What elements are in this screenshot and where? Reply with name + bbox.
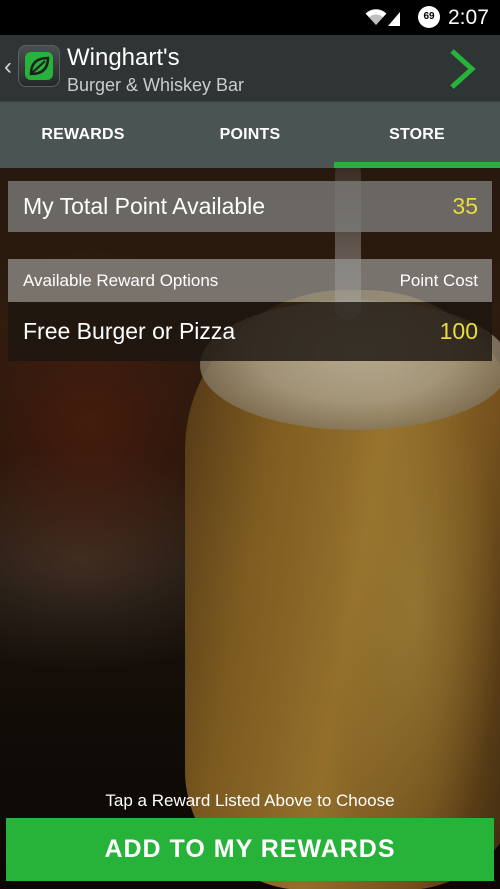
- chevron-left-icon[interactable]: ‹: [4, 53, 12, 81]
- reward-item-name: Free Burger or Pizza: [23, 318, 236, 344]
- tab-bar: REWARDS POINTS STORE: [0, 101, 500, 168]
- reward-options-header: Available Reward Options Point Cost: [8, 259, 492, 302]
- battery-icon: 69: [418, 6, 440, 28]
- wifi-icon: [365, 9, 387, 25]
- status-clock: 2:07: [448, 6, 489, 29]
- action-bar: ‹ Winghart's Burger & Whiskey Bar: [0, 35, 500, 101]
- reward-item-cost: 100: [439, 318, 478, 344]
- tab-store[interactable]: STORE: [334, 102, 500, 168]
- app-screen: 69 2:07 ‹ Winghart's Burger & Whiskey Ba…: [0, 0, 500, 889]
- page-title: Winghart's: [67, 44, 180, 71]
- reward-item[interactable]: Free Burger or Pizza 100: [8, 302, 492, 361]
- total-points-label: My Total Point Available: [23, 193, 266, 219]
- total-points-value: 35: [452, 193, 478, 219]
- point-cost-column-label: Point Cost: [399, 271, 478, 290]
- tab-points[interactable]: POINTS: [167, 102, 333, 168]
- choose-reward-hint: Tap a Reward Listed Above to Choose: [105, 791, 395, 810]
- add-to-my-rewards-button[interactable]: ADD TO MY REWARDS: [6, 818, 494, 881]
- page-subtitle: Burger & Whiskey Bar: [67, 75, 245, 95]
- tab-rewards-label: REWARDS: [41, 126, 125, 143]
- leaf-logo-icon[interactable]: [18, 45, 60, 87]
- tab-points-label: POINTS: [219, 126, 281, 143]
- chevron-right-icon[interactable]: [446, 49, 480, 89]
- status-bar: 69 2:07: [0, 0, 500, 35]
- tab-store-label: STORE: [389, 126, 445, 143]
- selected-tab-indicator: [334, 162, 500, 168]
- signal-icon: [388, 12, 400, 26]
- reward-options-column-label: Available Reward Options: [23, 271, 219, 290]
- tab-rewards[interactable]: REWARDS: [0, 102, 166, 168]
- total-points-row: My Total Point Available 35: [8, 181, 492, 232]
